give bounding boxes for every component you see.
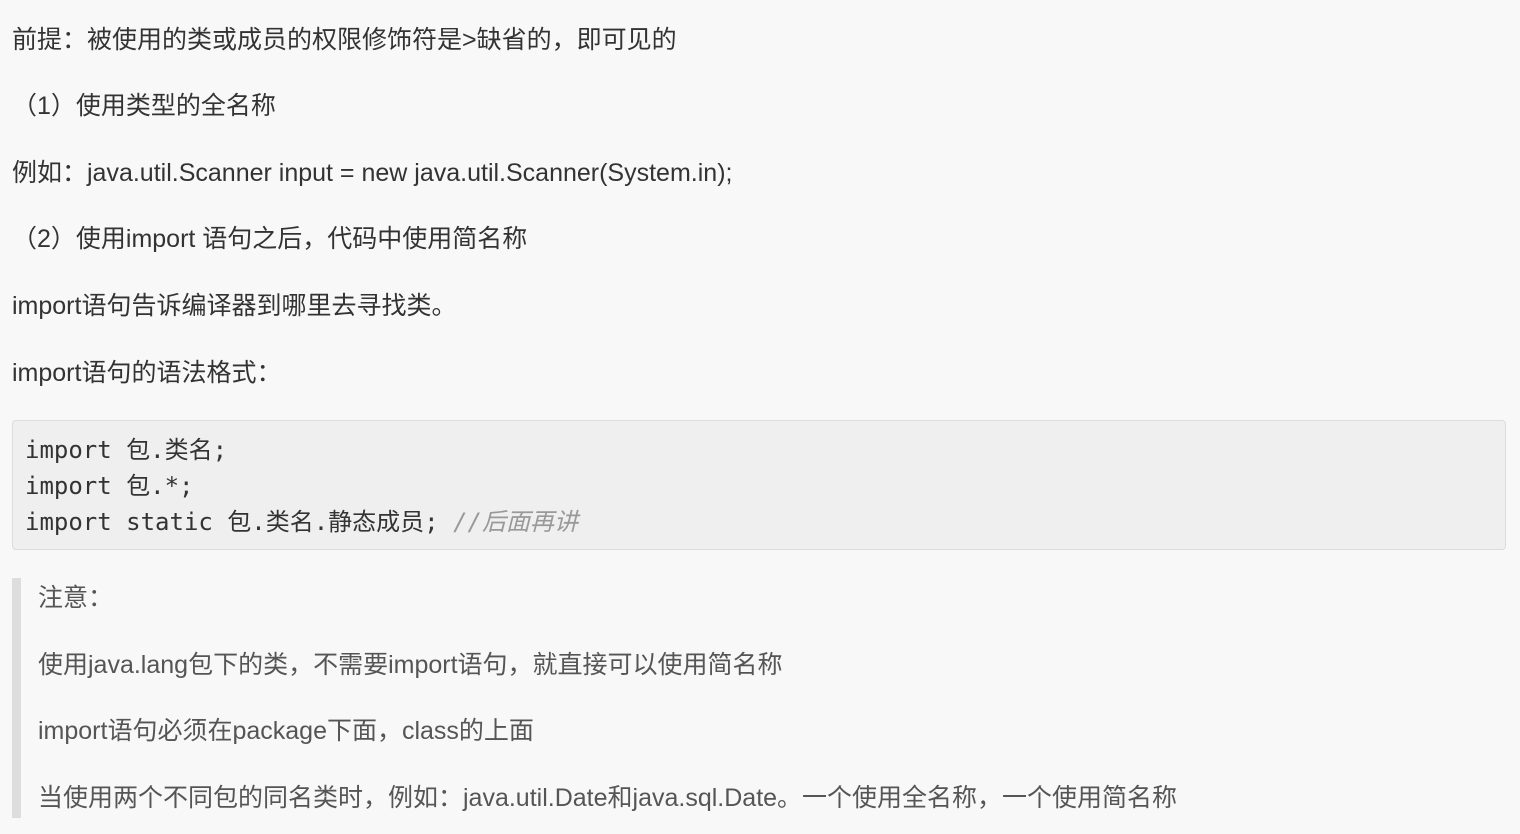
code-block: import 包.类名; import 包.*; import static 包… xyxy=(12,420,1506,550)
method-one-heading: （1）使用类型的全名称 xyxy=(12,92,276,120)
import-syntax-heading: import语句的语法格式： xyxy=(12,359,282,387)
note-item: import语句必须在package下面，class的上面 xyxy=(38,717,534,745)
note-blockquote: 注意： 使用java.lang包下的类，不需要import语句，就直接可以使用简… xyxy=(12,578,1506,818)
code-text: import static 包.类名.静态成员; xyxy=(25,508,454,536)
method-two-heading: （2）使用import 语句之后，代码中使用简名称 xyxy=(12,225,528,253)
code-line: import 包.*; xyxy=(25,472,194,500)
blockquote-bar xyxy=(12,578,21,818)
code-comment: //后面再讲 xyxy=(453,508,578,536)
note-item: 当使用两个不同包的同名类时，例如：java.util.Date和java.sql… xyxy=(38,784,1178,812)
premise-paragraph: 前提：被使用的类或成员的权限修饰符是>缺省的，即可见的 xyxy=(12,26,677,54)
import-description: import语句告诉编译器到哪里去寻找类。 xyxy=(12,292,457,320)
note-item: 使用java.lang包下的类，不需要import语句，就直接可以使用简名称 xyxy=(38,651,783,679)
method-one-example: 例如：java.util.Scanner input = new java.ut… xyxy=(12,159,733,187)
code-line: import 包.类名; xyxy=(25,436,228,464)
note-title: 注意： xyxy=(38,584,114,612)
code-line: import static 包.类名.静态成员; //后面再讲 xyxy=(25,507,578,537)
